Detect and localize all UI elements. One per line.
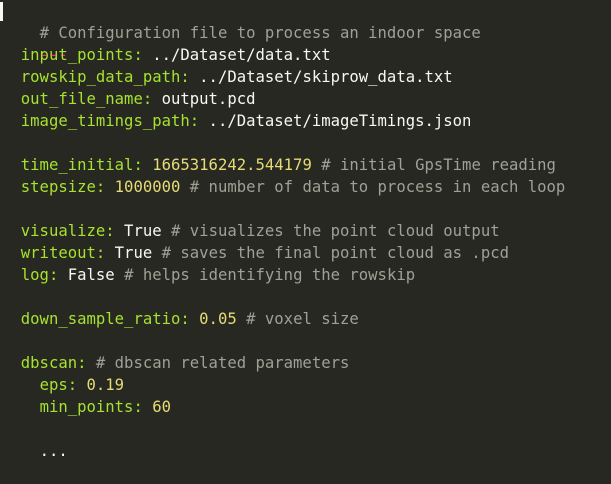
code-line-writeout: writeout: True # saves the final point c…	[2, 242, 509, 264]
comment-time-initial: # initial GpsTime reading	[311, 156, 556, 174]
document-end-marker: ...	[39, 442, 68, 460]
code-line-eps: eps: 0.19	[2, 374, 125, 396]
value-min-points: 60	[142, 398, 172, 416]
key-image-timings-path: image_timings_path:	[20, 112, 200, 130]
code-line-out-file-name: out_file_name: output.pcd	[2, 88, 256, 110]
value-eps: 0.19	[77, 376, 125, 394]
key-input-points: input_points:	[20, 46, 143, 64]
value-rowskip-data-path: ../Dataset/skiprow_data.txt	[189, 68, 453, 86]
code-line-header-comment: # Configuration file to process an indoo…	[2, 0, 481, 42]
code-line-time-initial: time_initial: 1665316242.544179 # initia…	[2, 154, 556, 176]
code-line-min-points: min_points: 60	[2, 396, 171, 418]
key-min-points: min_points:	[39, 398, 143, 416]
value-stepsize: 1000000	[105, 178, 181, 196]
value-log: False	[58, 266, 115, 284]
code-line-log: log: False # helps identifying the rowsk…	[2, 264, 415, 286]
code-line-down-sample-ratio: down_sample_ratio: 0.05 # voxel size	[2, 308, 359, 330]
code-line-dbscan: dbscan: # dbscan related parameters	[2, 352, 350, 374]
comment-down-sample-ratio: # voxel size	[236, 310, 359, 328]
comment-log: # helps identifying the rowskip	[114, 266, 416, 284]
value-time-initial: 1665316242.544179	[142, 156, 312, 174]
code-line-input-points: input_points: ../Dataset/data.txt	[2, 44, 331, 66]
key-rowskip-data-path: rowskip_data_path:	[20, 68, 190, 86]
code-line-image-timings-path: image_timings_path: ../Dataset/imageTimi…	[2, 110, 472, 132]
comment-stepsize: # number of data to process in each loop	[180, 178, 566, 196]
code-line-stepsize: stepsize: 1000000 # number of data to pr…	[2, 176, 566, 198]
value-writeout: True	[105, 244, 153, 262]
value-image-timings-path: ../Dataset/imageTimings.json	[199, 112, 472, 130]
code-line-doc-end: ...	[2, 418, 68, 460]
key-dbscan: dbscan:	[20, 354, 87, 372]
comment-visualize: # visualizes the point cloud output	[161, 222, 500, 240]
key-down-sample-ratio: down_sample_ratio:	[20, 310, 190, 328]
key-log: log:	[20, 266, 59, 284]
code-line-visualize: visualize: True # visualizes the point c…	[2, 220, 500, 242]
value-out-file-name: output.pcd	[152, 90, 256, 108]
value-visualize: True	[114, 222, 162, 240]
code-editor[interactable]: # Configuration file to process an indoo…	[0, 0, 611, 460]
key-stepsize: stepsize:	[20, 178, 106, 196]
key-visualize: visualize:	[20, 222, 115, 240]
code-line-doc-start: ---	[2, 22, 68, 64]
header-comment: # Configuration file to process an indoo…	[39, 24, 481, 42]
key-eps: eps:	[39, 376, 78, 394]
key-writeout: writeout:	[20, 244, 106, 262]
key-out-file-name: out_file_name:	[20, 90, 153, 108]
code-line-rowskip-data-path: rowskip_data_path: ../Dataset/skiprow_da…	[2, 66, 453, 88]
key-time-initial: time_initial:	[20, 156, 143, 174]
comment-writeout: # saves the final point cloud as .pcd	[152, 244, 509, 262]
value-down-sample-ratio: 0.05	[189, 310, 237, 328]
value-input-points: ../Dataset/data.txt	[142, 46, 331, 64]
comment-dbscan: # dbscan related parameters	[86, 354, 350, 372]
